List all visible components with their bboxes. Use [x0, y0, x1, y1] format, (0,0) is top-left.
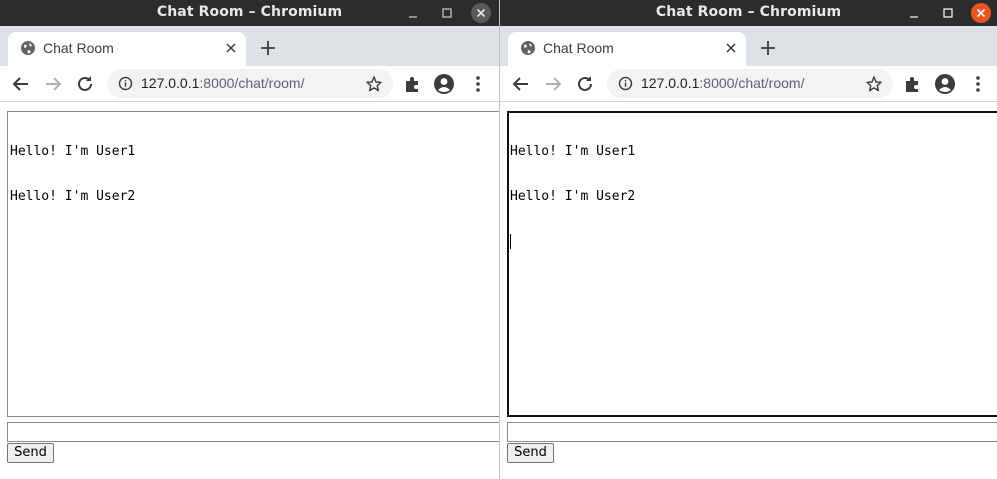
- back-arrow-icon[interactable]: [10, 73, 32, 95]
- plus-icon[interactable]: [259, 39, 277, 57]
- plus-icon[interactable]: [759, 39, 777, 57]
- maximize-icon: [442, 8, 452, 18]
- message-input[interactable]: [507, 422, 997, 442]
- tab-strip: Chat Room: [0, 26, 499, 66]
- globe-icon: [21, 41, 35, 55]
- send-button[interactable]: Send: [7, 443, 54, 463]
- chat-log-textarea[interactable]: Hello! I'm User1 Hello! I'm User2: [507, 111, 997, 417]
- browser-window-right: Chat Room – Chromium Chat Room 127.0.0.1…: [499, 0, 997, 479]
- tab-title: Chat Room: [543, 40, 614, 56]
- back-arrow-icon[interactable]: [510, 73, 532, 95]
- title-bar[interactable]: Chat Room – Chromium: [500, 0, 997, 26]
- navigation-toolbar: 127.0.0.1:8000/chat/room/: [500, 66, 997, 102]
- info-icon[interactable]: [618, 76, 633, 91]
- puzzle-icon[interactable]: [902, 73, 924, 95]
- tab-chat-room[interactable]: Chat Room: [8, 32, 246, 66]
- url-text: 127.0.0.1:8000/chat/room/: [641, 75, 804, 91]
- tab-close-icon[interactable]: [724, 41, 738, 55]
- tab-close-icon[interactable]: [224, 41, 238, 55]
- close-button[interactable]: [971, 3, 991, 23]
- url-host: 127.0.0.1: [141, 75, 200, 91]
- close-icon: [476, 8, 486, 18]
- minimize-button[interactable]: [904, 3, 924, 23]
- address-bar[interactable]: 127.0.0.1:8000/chat/room/: [107, 69, 393, 98]
- tab-chat-room[interactable]: Chat Room: [508, 32, 746, 66]
- text-caret: [510, 234, 511, 249]
- maximize-button[interactable]: [938, 3, 958, 23]
- text-caret-line: [510, 234, 997, 249]
- url-path: :8000/chat/room/: [699, 75, 805, 91]
- chat-line: Hello! I'm User2: [10, 189, 136, 204]
- reload-icon[interactable]: [74, 73, 96, 95]
- page-content: Hello! I'm User1 Hello! I'm User2 Send: [0, 103, 499, 479]
- puzzle-icon[interactable]: [402, 73, 424, 95]
- star-icon[interactable]: [865, 75, 883, 93]
- profile-icon[interactable]: [433, 73, 455, 95]
- title-bar[interactable]: Chat Room – Chromium: [0, 0, 499, 26]
- navigation-toolbar: 127.0.0.1:8000/chat/room/: [0, 66, 499, 102]
- minimize-icon: [409, 16, 417, 18]
- chat-line: Hello! I'm User1: [10, 144, 136, 159]
- forward-arrow-icon[interactable]: [542, 73, 564, 95]
- maximize-icon: [943, 8, 953, 18]
- kebab-menu-icon[interactable]: [967, 73, 989, 95]
- tab-title: Chat Room: [43, 40, 114, 56]
- globe-icon: [521, 41, 535, 55]
- url-text: 127.0.0.1:8000/chat/room/: [141, 75, 304, 91]
- page-content: Hello! I'm User1 Hello! I'm User2 Send: [500, 103, 997, 479]
- forward-arrow-icon[interactable]: [42, 73, 64, 95]
- kebab-menu-icon[interactable]: [467, 73, 489, 95]
- minimize-button[interactable]: [403, 3, 423, 23]
- chat-line: Hello! I'm User1: [510, 144, 636, 159]
- reload-icon[interactable]: [574, 73, 596, 95]
- tab-strip: Chat Room: [500, 26, 997, 66]
- chat-log-textarea[interactable]: Hello! I'm User1 Hello! I'm User2: [7, 111, 499, 417]
- profile-icon[interactable]: [934, 73, 956, 95]
- address-bar[interactable]: 127.0.0.1:8000/chat/room/: [607, 69, 893, 98]
- window-title: Chat Room – Chromium: [156, 4, 343, 20]
- send-button[interactable]: Send: [507, 443, 554, 463]
- maximize-button[interactable]: [437, 3, 457, 23]
- message-input[interactable]: [7, 422, 499, 442]
- url-path: :8000/chat/room/: [199, 75, 305, 91]
- browser-window-left: Chat Room – Chromium Chat Room 127.0.0.1…: [0, 0, 499, 479]
- close-button[interactable]: [471, 3, 491, 23]
- minimize-icon: [910, 16, 918, 18]
- close-icon: [976, 8, 986, 18]
- info-icon[interactable]: [118, 76, 133, 91]
- url-host: 127.0.0.1: [641, 75, 700, 91]
- chat-line: Hello! I'm User2: [510, 189, 636, 204]
- star-icon[interactable]: [365, 75, 383, 93]
